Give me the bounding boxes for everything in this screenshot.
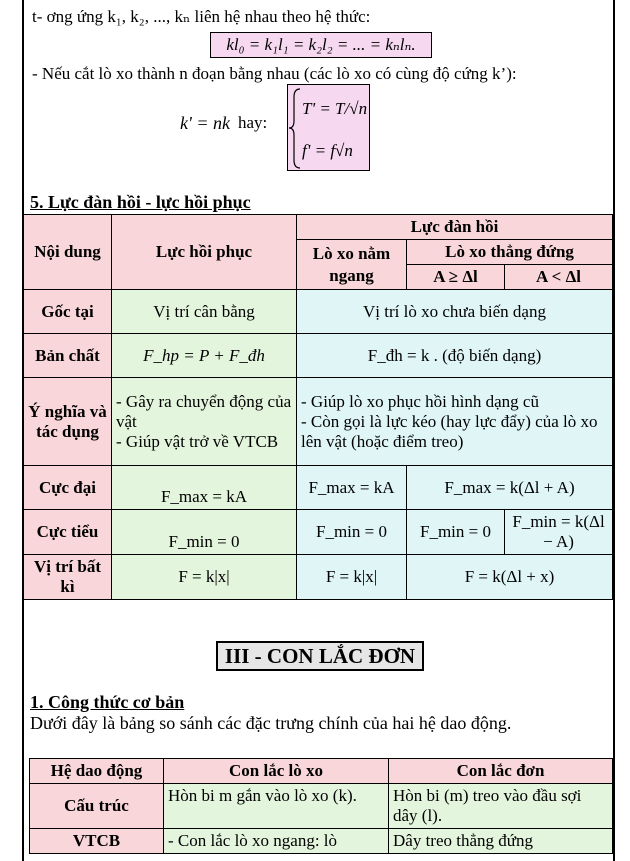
relation-text: t- ơng ứng k₁, k₂, ..., kₙ liên hệ nhau …	[32, 7, 371, 26]
header-vertical: Lò xo thẳng đứng	[405, 239, 614, 265]
restoring-meaning-2: - Giúp vật trở về VTCB	[116, 431, 279, 451]
row-min-label: Cực tiểu	[23, 509, 112, 555]
row-max-label: Cực đại	[23, 465, 112, 510]
row-any-restoring: F = k|x|	[111, 554, 297, 600]
header-elastic: Lực đàn hồi	[295, 214, 614, 240]
row-any-vertical: F = k(Δl + x)	[405, 554, 614, 600]
structure-spring: Hòn bi m gắn vào lò xo (k).	[163, 783, 389, 829]
header-content: Nội dung	[23, 214, 112, 290]
hay-text: hay:	[238, 113, 268, 132]
header-pendulum: Con lắc đơn	[388, 758, 613, 784]
header-a-ge: A ≥ Δl	[406, 264, 505, 290]
header-spring: Con lắc lò xo	[163, 758, 389, 784]
row-nature-restoring: F_hp = P + F_đh	[111, 333, 297, 378]
row-min-horizontal: F_min = 0	[296, 509, 407, 555]
structure-label: Cấu trúc	[29, 783, 164, 829]
subsection-description: Dưới đây là bảng so sánh các đặc trưng c…	[30, 713, 512, 733]
row-any-horizontal: F = k|x|	[296, 554, 407, 600]
restoring-meaning-1: - Gây ra chuyển động của vật	[116, 391, 292, 431]
vtcb-pendulum: Dây treo thẳng đứng	[388, 828, 613, 854]
header-system: Hệ dao động	[29, 758, 164, 784]
row-meaning-elastic: - Giúp lò xo phục hồi hình dạng cũ - Còn…	[295, 377, 614, 466]
structure-pendulum: Hòn bi (m) treo vào đầu sợi dây (l).	[388, 783, 613, 829]
elastic-meaning-2: - Còn gọi là lực kéo (hay lực đẩy) của l…	[301, 411, 598, 451]
pendulum-comparison-table: Hệ dao động Con lắc lò xo Con lắc đơn Cấ…	[29, 758, 613, 854]
section5-heading: 5. Lực đàn hồi - lực hồi phục	[30, 192, 251, 212]
row-origin-label: Gốc tại	[23, 289, 112, 334]
header-horizontal: Lò xo nằm ngang	[296, 239, 407, 290]
kprime-formula: k' = nk	[180, 113, 230, 133]
row-any-label: Vị trí bất kì	[23, 554, 112, 600]
row-origin-elastic: Vị trí lò xo chưa biến dạng	[295, 289, 614, 334]
cut-spring-text: - Nếu cắt lò xo thành n đoạn bằng nhau (…	[32, 64, 517, 83]
frequency-formula: f' = f√n	[302, 141, 353, 160]
row-nature-label: Bản chất	[23, 333, 112, 378]
period-frequency-box: T' = T/√n f' = f√n	[287, 84, 370, 171]
row-max-restoring: F_max = kA	[111, 465, 297, 510]
row-origin-restoring: Vị trí cân bằng	[111, 289, 297, 334]
elastic-meaning-1: - Giúp lò xo phục hồi hình dạng cũ	[301, 391, 539, 411]
row-min-ge: F_min = 0	[406, 509, 505, 555]
spring-constant-formula: kl₀ = k₁l₁ = k₂l₂ = ... = kₙlₙ.	[210, 32, 432, 58]
row-nature-elastic: F_đh = k . (độ biến dạng)	[295, 333, 614, 378]
row-min-lt: F_min = k(Δl − A)	[503, 509, 614, 555]
page-border-right	[613, 0, 615, 861]
vtcb-label: VTCB	[29, 828, 164, 854]
row-meaning-restoring: - Gây ra chuyển động của vật - Giúp vật …	[111, 377, 297, 466]
force-comparison-table: Nội dung Lực hồi phục Lực đàn hồi Lò xo …	[23, 214, 614, 600]
vtcb-spring: - Con lắc lò xo ngang: lò	[163, 828, 389, 854]
row-max-horizontal: F_max = kA	[296, 465, 407, 510]
period-formula: T' = T/√n	[302, 99, 368, 118]
row-meaning-label: Ý nghĩa và tác dụng	[23, 377, 112, 466]
header-restoring: Lực hồi phục	[111, 214, 297, 290]
row-max-vertical: F_max = k(Δl + A)	[405, 465, 614, 510]
subsection-heading: 1. Công thức cơ bản	[30, 692, 185, 712]
row-min-restoring: F_min = 0	[111, 509, 297, 555]
header-a-lt: A < Δl	[503, 264, 614, 290]
section-title: III - CON LẮC ĐƠN	[216, 641, 424, 671]
